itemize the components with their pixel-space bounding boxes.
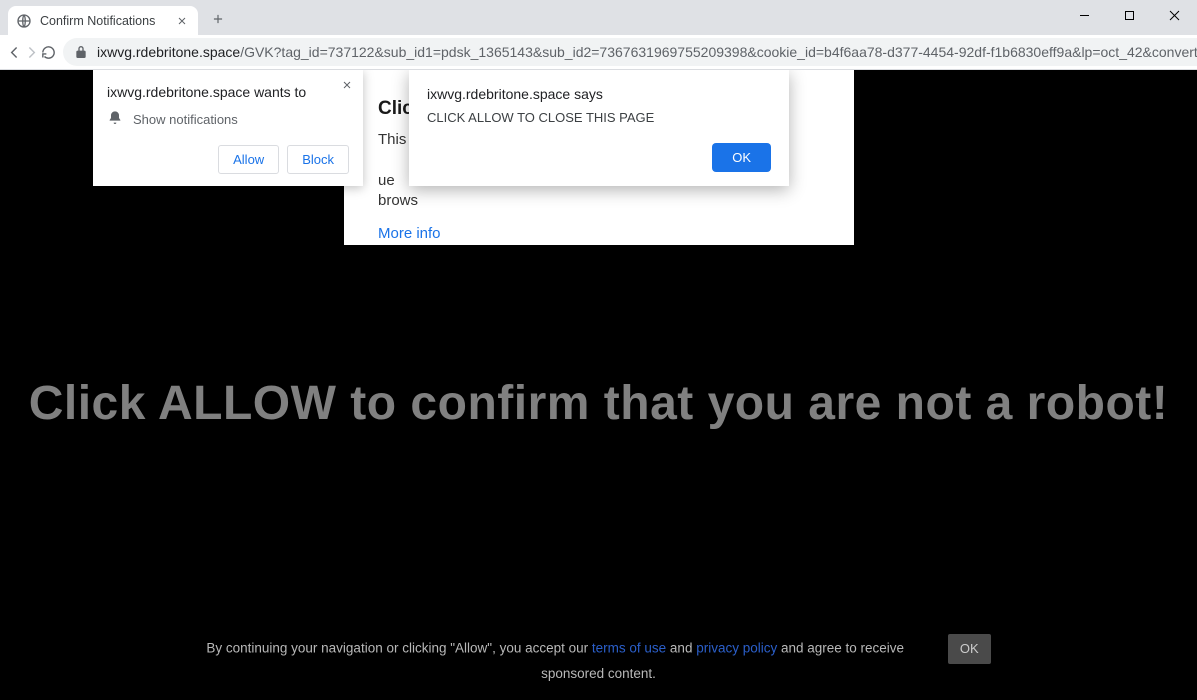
card-body-frag2: brows bbox=[378, 192, 418, 209]
back-button[interactable] bbox=[6, 38, 23, 66]
alert-actions: OK bbox=[427, 143, 771, 172]
footer-post: and agree to receive bbox=[777, 641, 904, 656]
url-host: ixwvg.rdebritone.space bbox=[97, 44, 240, 60]
browser-tab[interactable]: Confirm Notifications bbox=[8, 6, 198, 35]
globe-icon bbox=[16, 13, 32, 29]
page-footer: By continuing your navigation or clickin… bbox=[0, 634, 1197, 684]
alert-origin-text: ixwvg.rdebritone.space says bbox=[427, 86, 771, 102]
url-text: ixwvg.rdebritone.space/GVK?tag_id=737122… bbox=[97, 44, 1197, 60]
terms-link[interactable]: terms of use bbox=[592, 641, 666, 656]
bell-icon bbox=[107, 110, 123, 129]
tab-title: Confirm Notifications bbox=[40, 14, 174, 28]
alert-ok-button[interactable]: OK bbox=[712, 143, 771, 172]
page-headline: Click ALLOW to confirm that you are not … bbox=[0, 376, 1197, 431]
maximize-button[interactable] bbox=[1107, 0, 1152, 30]
address-bar[interactable]: ixwvg.rdebritone.space/GVK?tag_id=737122… bbox=[63, 38, 1197, 66]
tab-strip: Confirm Notifications bbox=[0, 0, 232, 35]
footer-ok-button[interactable]: OK bbox=[948, 634, 991, 664]
permission-origin-text: ixwvg.rdebritone.space wants to bbox=[107, 84, 349, 100]
card-body-frag1-tail: ue bbox=[378, 172, 395, 189]
card-body-frag1: This bbox=[378, 131, 406, 148]
window-controls bbox=[1062, 0, 1197, 30]
notification-permission-popup: ixwvg.rdebritone.space wants to Show not… bbox=[93, 70, 363, 186]
lock-icon bbox=[73, 44, 89, 60]
close-window-button[interactable] bbox=[1152, 0, 1197, 30]
minimize-button[interactable] bbox=[1062, 0, 1107, 30]
new-tab-button[interactable] bbox=[204, 5, 232, 33]
close-icon[interactable] bbox=[174, 13, 190, 29]
page-content: Click This xxxxxxxxxxxxxxxxxxxxxxxxxxxxx… bbox=[0, 70, 1197, 700]
js-alert-dialog: ixwvg.rdebritone.space says CLICK ALLOW … bbox=[409, 70, 789, 186]
privacy-link[interactable]: privacy policy bbox=[696, 641, 777, 656]
window-titlebar: Confirm Notifications bbox=[0, 0, 1197, 35]
allow-button[interactable]: Allow bbox=[218, 145, 279, 174]
reload-button[interactable] bbox=[40, 38, 57, 66]
close-icon[interactable] bbox=[339, 76, 355, 97]
permission-actions: Allow Block bbox=[107, 145, 349, 174]
browser-toolbar: ixwvg.rdebritone.space/GVK?tag_id=737122… bbox=[0, 35, 1197, 70]
footer-line1: By continuing your navigation or clickin… bbox=[0, 634, 1197, 664]
permission-row: Show notifications bbox=[107, 110, 349, 129]
forward-button[interactable] bbox=[23, 38, 40, 66]
footer-pre: By continuing your navigation or clickin… bbox=[206, 641, 592, 656]
url-path: /GVK?tag_id=737122&sub_id1=pdsk_1365143&… bbox=[240, 44, 1197, 60]
footer-line2: sponsored content. bbox=[0, 664, 1197, 684]
footer-and: and bbox=[666, 641, 696, 656]
alert-message: CLICK ALLOW TO CLOSE THIS PAGE bbox=[427, 110, 771, 125]
block-button[interactable]: Block bbox=[287, 145, 349, 174]
permission-label: Show notifications bbox=[133, 112, 238, 127]
more-info-link[interactable]: More info bbox=[378, 225, 441, 242]
